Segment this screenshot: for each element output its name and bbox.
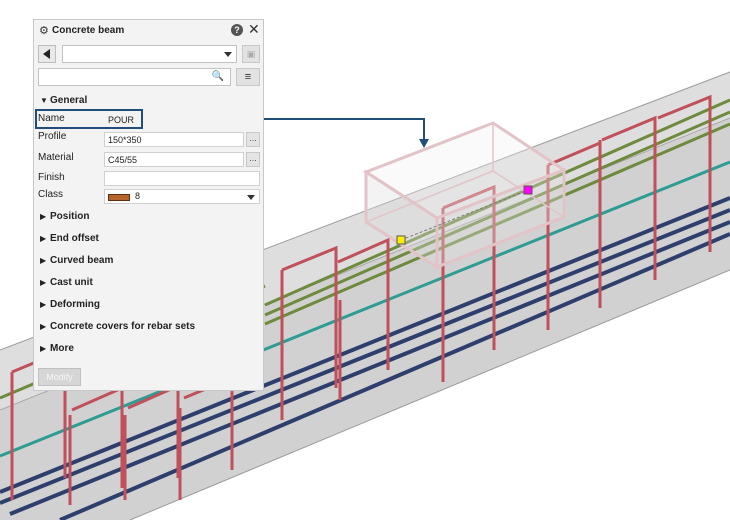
section-concrete-covers[interactable]: ▶ Concrete covers for rebar sets (40, 321, 195, 332)
section-deforming-label: Deforming (50, 299, 100, 310)
preset-row: ▣ (38, 45, 262, 65)
section-end-offset-label: End offset (50, 233, 99, 244)
section-cast-unit[interactable]: ▶ Cast unit (40, 277, 93, 288)
section-more-label: More (50, 343, 74, 354)
section-cast-unit-label: Cast unit (50, 277, 93, 288)
chevron-down-icon (247, 195, 255, 200)
section-curved-beam-label: Curved beam (50, 255, 114, 266)
class-value: 8 (135, 191, 141, 201)
material-field[interactable]: C45/55 (104, 152, 244, 167)
section-concrete-covers-label: Concrete covers for rebar sets (50, 321, 196, 332)
profile-label: Profile (38, 131, 67, 142)
end-handle[interactable] (523, 185, 533, 195)
chevron-right-icon: ▶ (40, 300, 47, 309)
search-input[interactable]: 🔍 (38, 68, 231, 86)
section-deforming[interactable]: ▶ Deforming (40, 299, 100, 310)
start-handle[interactable] (396, 235, 406, 245)
preset-dropdown[interactable] (62, 45, 237, 63)
search-row: 🔍 ≡ (38, 68, 262, 88)
section-general-label: General (50, 95, 88, 106)
search-icon: 🔍 (211, 71, 224, 82)
chevron-right-icon: ▶ (40, 256, 47, 265)
help-icon[interactable]: ? (231, 24, 243, 36)
finish-label: Finish (38, 172, 65, 183)
menu-icon[interactable]: ≡ (236, 68, 260, 86)
chevron-right-icon: ▶ (40, 344, 47, 353)
profile-field[interactable]: 150*350 (104, 132, 244, 147)
section-position[interactable]: ▶ Position (40, 211, 89, 222)
chevron-right-icon: ▶ (40, 212, 47, 221)
gear-icon: ⚙ (39, 25, 49, 37)
class-color-swatch (108, 194, 130, 201)
chevron-right-icon: ▶ (40, 234, 47, 243)
section-position-label: Position (50, 211, 90, 222)
name-label: Name (38, 113, 65, 124)
name-value[interactable]: POUR (108, 115, 134, 125)
class-label: Class (38, 189, 64, 200)
material-label: Material (38, 152, 74, 163)
section-general[interactable]: ▼ General (40, 95, 87, 106)
material-browse-button[interactable]: … (246, 152, 260, 167)
profile-browse-button[interactable]: … (246, 132, 260, 147)
chevron-right-icon: ▶ (40, 278, 47, 287)
modify-button[interactable]: Modify (38, 368, 81, 386)
chevron-right-icon: ▶ (40, 322, 47, 331)
chevron-down-icon: ▼ (40, 96, 48, 105)
finish-field[interactable] (104, 171, 260, 186)
section-end-offset[interactable]: ▶ End offset (40, 233, 99, 244)
chevron-down-icon (224, 52, 232, 57)
properties-panel: ⚙ Concrete beam ? ✕ ▣ 🔍 ≡ ▼ General Name … (33, 19, 264, 391)
panel-titlebar: ⚙ Concrete beam ? ✕ (34, 20, 263, 42)
close-icon[interactable]: ✕ (248, 21, 260, 38)
arrow-left-icon[interactable] (38, 45, 56, 63)
panel-title: Concrete beam (52, 25, 125, 36)
save-icon[interactable]: ▣ (242, 45, 260, 63)
class-dropdown[interactable]: 8 (104, 189, 260, 204)
callout-arrowhead (419, 139, 429, 148)
section-curved-beam[interactable]: ▶ Curved beam (40, 255, 113, 266)
section-more[interactable]: ▶ More (40, 343, 74, 354)
